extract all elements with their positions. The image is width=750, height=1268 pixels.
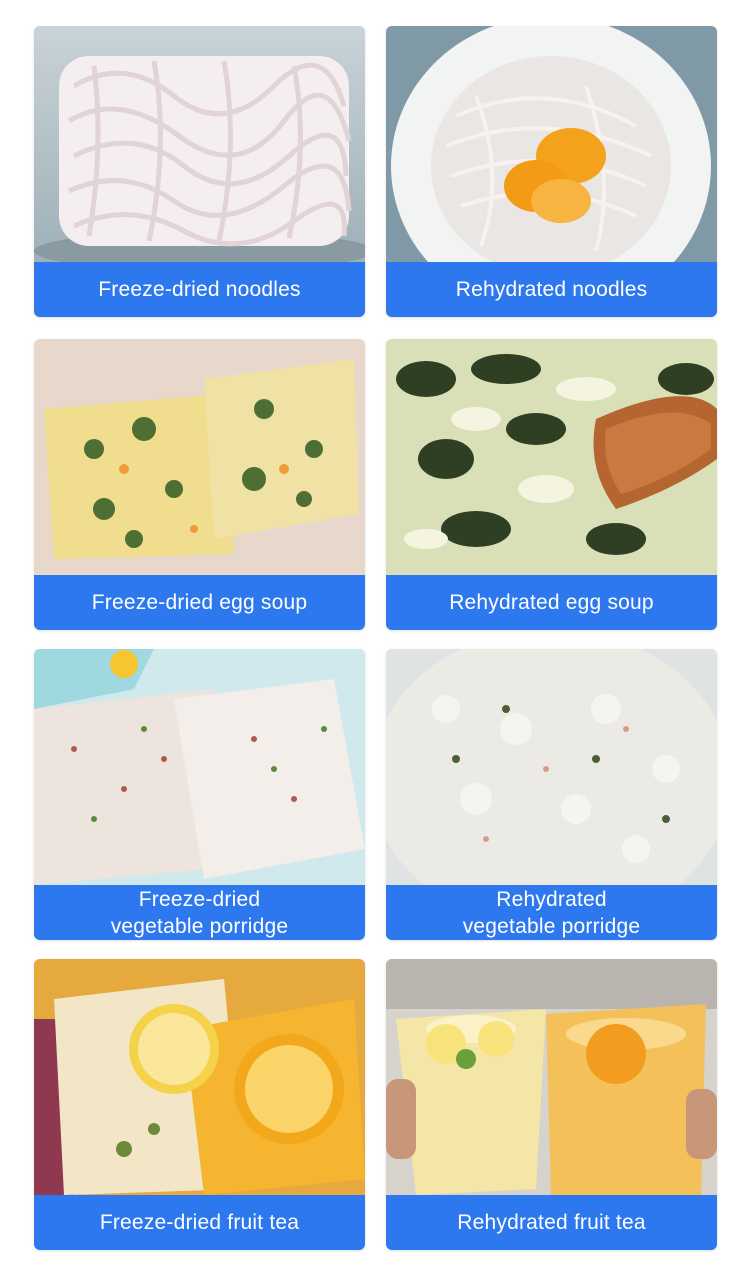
caption-rehydrated-vegetable-porridge: Rehydrated vegetable porridge: [386, 885, 717, 940]
rehydrated-vegetable-porridge-image: [386, 649, 717, 885]
caption-freeze-dried-noodles: Freeze-dried noodles: [34, 262, 365, 317]
caption-line-2: vegetable porridge: [462, 914, 641, 938]
card-rehydrated-noodles: Rehydrated noodles: [386, 26, 717, 317]
rehydrated-fruit-tea-image: [386, 959, 717, 1195]
rehydrated-egg-soup-image: [386, 339, 717, 575]
card-freeze-dried-noodles: Freeze-dried noodles: [34, 26, 365, 317]
caption-line-2: vegetable porridge: [110, 914, 289, 938]
caption-freeze-dried-fruit-tea: Freeze-dried fruit tea: [34, 1195, 365, 1250]
caption-freeze-dried-vegetable-porridge: Freeze-dried vegetable porridge: [34, 885, 365, 940]
product-comparison-grid: Freeze-dried noodles Rehydrated noodles: [0, 0, 750, 1268]
card-freeze-dried-fruit-tea: Freeze-dried fruit tea: [34, 959, 365, 1250]
caption-rehydrated-fruit-tea: Rehydrated fruit tea: [386, 1195, 717, 1250]
card-rehydrated-egg-soup: Rehydrated egg soup: [386, 339, 717, 630]
card-freeze-dried-egg-soup: Freeze-dried egg soup: [34, 339, 365, 630]
rehydrated-noodles-image: [386, 26, 717, 262]
caption-freeze-dried-egg-soup: Freeze-dried egg soup: [34, 575, 365, 630]
freeze-dried-fruit-tea-image: [34, 959, 365, 1195]
card-rehydrated-vegetable-porridge: Rehydrated vegetable porridge: [386, 649, 717, 940]
card-freeze-dried-vegetable-porridge: Freeze-dried vegetable porridge: [34, 649, 365, 940]
caption-line-1: Rehydrated: [496, 887, 607, 911]
freeze-dried-egg-soup-image: [34, 339, 365, 575]
caption-rehydrated-noodles: Rehydrated noodles: [386, 262, 717, 317]
card-rehydrated-fruit-tea: Rehydrated fruit tea: [386, 959, 717, 1250]
freeze-dried-noodles-image: [34, 26, 365, 262]
caption-line-1: Freeze-dried: [138, 887, 261, 911]
freeze-dried-vegetable-porridge-image: [34, 649, 365, 885]
caption-rehydrated-egg-soup: Rehydrated egg soup: [386, 575, 717, 630]
